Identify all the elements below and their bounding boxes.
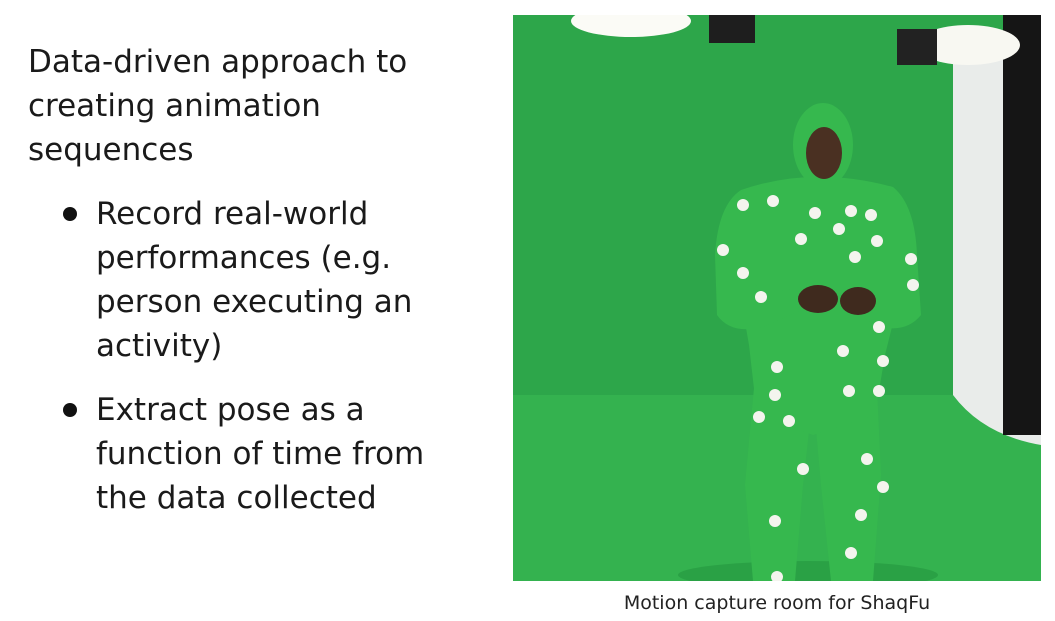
performer-hand-left: [798, 285, 838, 313]
bullet-text: Record real-world performances (e.g. per…: [96, 196, 413, 364]
bullet-list: Record real-world performances (e.g. per…: [60, 192, 440, 540]
bullet-item-extract: Extract pose as a function of time from …: [60, 388, 440, 520]
intro-text: Data-driven approach to creating animati…: [28, 44, 408, 168]
bullet-dot-icon: [63, 403, 77, 417]
bullet-item-record: Record real-world performances (e.g. per…: [60, 192, 440, 368]
spot-fixture-left: [709, 15, 755, 43]
motion-capture-photo: [513, 15, 1041, 581]
performer-face: [806, 127, 842, 179]
spot-fixture-right: [897, 29, 937, 65]
black-curtain: [1003, 15, 1041, 435]
slide: Data-driven approach to creating animati…: [0, 0, 1055, 621]
bullet-text: Extract pose as a function of time from …: [96, 392, 425, 516]
motion-capture-illustration: [513, 15, 1041, 581]
performer-hand-right: [840, 287, 876, 315]
bullet-dot-icon: [63, 207, 77, 221]
figure-caption: Motion capture room for ShaqFu: [623, 592, 931, 614]
